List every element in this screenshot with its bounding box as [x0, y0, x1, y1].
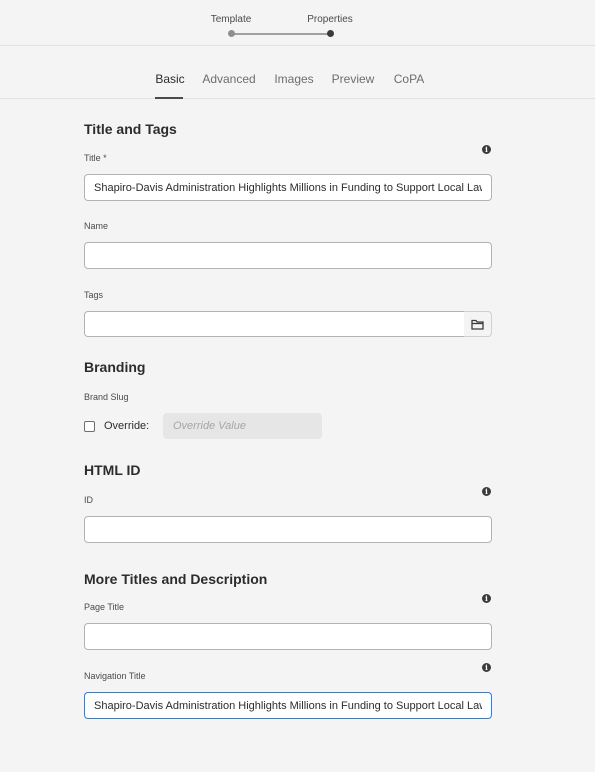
override-value-input[interactable] — [163, 413, 322, 439]
override-label: Override: — [104, 420, 150, 432]
navigation-title-label: Navigation Title — [84, 671, 146, 681]
tab-bar: Basic Advanced Images Preview CoPA — [0, 46, 595, 99]
folder-icon — [471, 319, 484, 330]
info-icon[interactable]: i — [482, 594, 491, 603]
info-icon[interactable]: i — [482, 145, 491, 154]
step-connector — [232, 33, 328, 35]
wizard-steps: Template Properties — [0, 0, 595, 46]
info-icon[interactable]: i — [482, 663, 491, 672]
title-input[interactable] — [84, 174, 492, 201]
section-title-and-tags-heading: Title and Tags — [84, 121, 177, 137]
tags-label: Tags — [84, 290, 104, 300]
section-html-id-heading: HTML ID — [84, 462, 141, 478]
id-input[interactable] — [84, 516, 492, 543]
info-icon[interactable]: i — [482, 487, 491, 496]
name-label: Name — [84, 221, 109, 231]
id-label: ID — [84, 495, 93, 505]
brand-slug-label: Brand Slug — [84, 392, 129, 402]
tags-input[interactable] — [84, 311, 465, 337]
tab-copa[interactable]: CoPA — [394, 72, 424, 86]
section-more-titles-heading: More Titles and Description — [84, 571, 268, 587]
step-properties-label[interactable]: Properties — [307, 14, 353, 25]
navigation-title-input[interactable] — [84, 692, 492, 719]
tab-preview[interactable]: Preview — [332, 72, 375, 86]
tab-images[interactable]: Images — [274, 72, 313, 86]
page-title-label: Page Title — [84, 602, 125, 612]
tags-picker-button[interactable] — [464, 311, 492, 337]
override-checkbox[interactable] — [84, 421, 95, 432]
tab-basic[interactable]: Basic — [155, 72, 184, 86]
step-template-dot[interactable] — [228, 30, 235, 37]
name-input[interactable] — [84, 242, 492, 269]
step-properties-dot[interactable] — [327, 30, 334, 37]
tab-advanced[interactable]: Advanced — [202, 72, 255, 86]
title-label: Title * — [84, 153, 107, 163]
page-title-input[interactable] — [84, 623, 492, 650]
section-branding-heading: Branding — [84, 359, 146, 375]
step-template-label[interactable]: Template — [211, 14, 252, 25]
active-tab-indicator — [155, 97, 183, 99]
